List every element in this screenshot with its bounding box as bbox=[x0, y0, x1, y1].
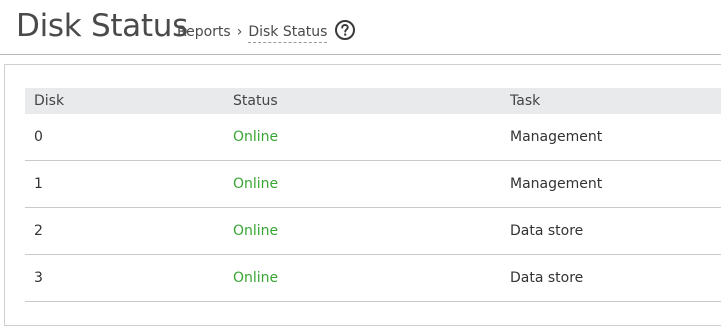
table-row: 0 Online Management bbox=[25, 114, 721, 161]
disk-cell: 2 bbox=[34, 223, 43, 239]
status-cell: Online bbox=[233, 223, 279, 239]
table-row: 3 Online Data store bbox=[25, 255, 721, 302]
breadcrumb-current: Disk Status bbox=[248, 24, 328, 43]
page-title: Disk Status bbox=[16, 8, 188, 44]
status-cell: Online bbox=[233, 270, 279, 286]
column-header-task[interactable]: Task bbox=[510, 88, 540, 114]
task-cell: Management bbox=[510, 176, 603, 192]
column-header-status[interactable]: Status bbox=[233, 88, 278, 114]
disk-cell: 1 bbox=[34, 176, 43, 192]
column-header-disk[interactable]: Disk bbox=[34, 88, 64, 114]
page-header: Disk Status Reports › Disk Status bbox=[0, 0, 721, 55]
status-cell: Online bbox=[233, 176, 279, 192]
task-cell: Management bbox=[510, 129, 603, 145]
breadcrumb: Reports › Disk Status bbox=[177, 24, 328, 43]
breadcrumb-reports-link[interactable]: Reports bbox=[177, 24, 231, 40]
disk-status-table: Disk Status Task 0 Online Management 1 O… bbox=[25, 88, 721, 302]
help-icon[interactable] bbox=[334, 19, 356, 41]
breadcrumb-separator: › bbox=[236, 24, 243, 40]
table-header-row: Disk Status Task bbox=[25, 88, 721, 114]
status-cell: Online bbox=[233, 129, 279, 145]
disk-cell: 0 bbox=[34, 129, 43, 145]
table-row: 2 Online Data store bbox=[25, 208, 721, 255]
disk-status-panel: Disk Status Task 0 Online Management 1 O… bbox=[4, 64, 721, 326]
task-cell: Data store bbox=[510, 223, 584, 239]
table-row: 1 Online Management bbox=[25, 161, 721, 208]
task-cell: Data store bbox=[510, 270, 584, 286]
disk-cell: 3 bbox=[34, 270, 43, 286]
